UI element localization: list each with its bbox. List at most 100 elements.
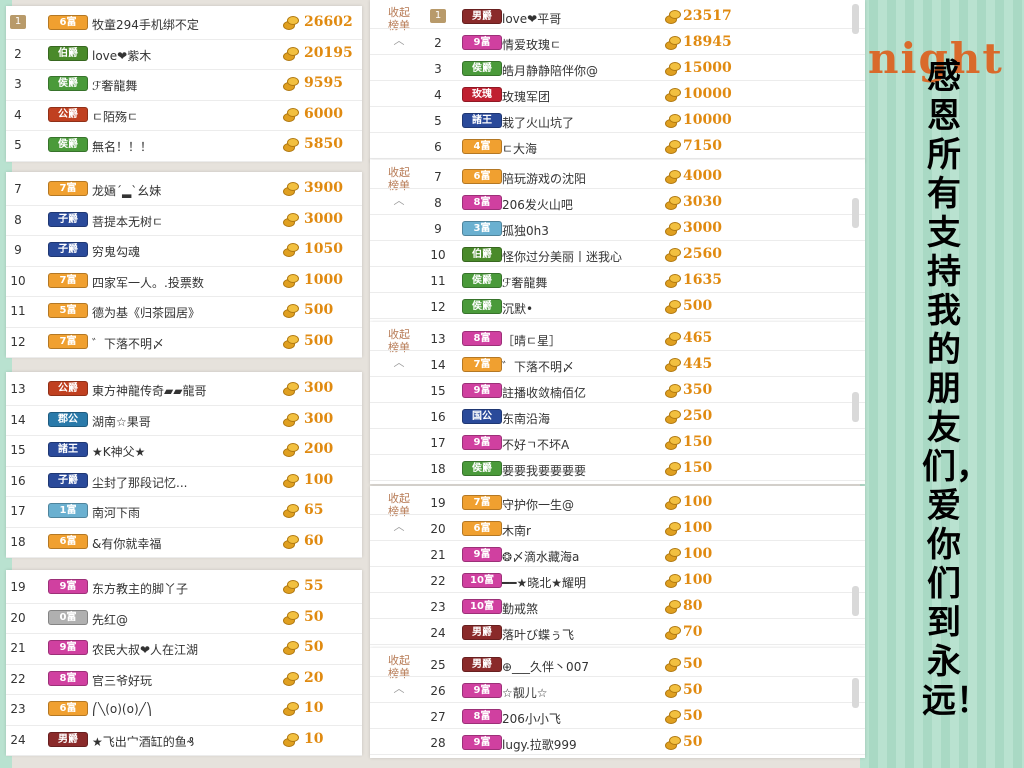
user-nickname[interactable]: 沉默•	[502, 300, 652, 317]
gold-coin-icon	[282, 45, 299, 61]
rank-number: 25	[430, 658, 446, 672]
user-nickname[interactable]: love❤紫木	[92, 47, 272, 64]
ranking-row: 9 3富 孤独0h3 3000	[370, 214, 865, 241]
rank-number: 3	[434, 62, 442, 76]
user-nickname[interactable]: 勤戒煞	[502, 600, 652, 617]
user-nickname[interactable]: 官三爷好玩	[92, 672, 272, 689]
scrollbar[interactable]	[852, 4, 859, 34]
rank-badge: 8富	[462, 195, 502, 210]
ranking-panel: 收起榜单 ︿ 19 7富 守护你一生@ 100 20 6富 木南r 100 21 9富 ❂〆滴水藏海a 1…	[370, 486, 865, 648]
rank-badge: 子爵	[48, 242, 88, 257]
user-nickname[interactable]: ❂〆滴水藏海a	[502, 548, 652, 565]
user-nickname[interactable]: ゛下落不明〆	[92, 335, 272, 352]
ranking-row: 24 男爵 ★飞出宀酒缸的鱼₰ 10	[6, 725, 362, 756]
gift-value: 300	[304, 380, 334, 396]
user-nickname[interactable]: 德为基《归茶园居》	[92, 304, 272, 321]
ranking-row: 23 6富 ⎛╲(o)(o)╱⎞ 10	[6, 694, 362, 726]
gold-coin-icon	[664, 246, 681, 262]
user-nickname[interactable]: 南河下雨	[92, 504, 272, 521]
gift-value: 50	[683, 708, 703, 724]
gift-value: 18945	[683, 34, 732, 50]
user-nickname[interactable]: ㄷ陌殇ㄷ	[92, 108, 272, 125]
coin-shape	[669, 522, 681, 531]
user-nickname[interactable]: ★飞出宀酒缸的鱼₰	[92, 733, 272, 750]
user-nickname[interactable]: ⎛╲(o)(o)╱⎞	[92, 702, 272, 716]
user-nickname[interactable]: 情爱玫瑰ㄷ	[502, 36, 652, 53]
rank-number: 24	[430, 626, 446, 640]
user-nickname[interactable]: ゛下落不明〆	[502, 358, 652, 375]
scrollbar[interactable]	[852, 198, 859, 228]
rank-badge: 6富	[48, 533, 88, 549]
user-nickname[interactable]: 無名！！！	[92, 138, 272, 155]
user-nickname[interactable]: 东南沿海	[502, 410, 652, 427]
user-nickname[interactable]: 落叶び蝶ぅ飞	[502, 626, 652, 643]
gold-coin-icon	[664, 86, 681, 102]
user-nickname[interactable]: 木南r	[502, 522, 652, 539]
rank-badge: 9富	[48, 579, 88, 594]
user-nickname[interactable]: 怪你过分美丽丨迷我心	[502, 248, 652, 265]
user-nickname[interactable]: ㄷ大海	[502, 140, 652, 157]
user-nickname[interactable]: 東方神龍传奇▰▰龍哥	[92, 382, 272, 399]
gift-value: 350	[683, 382, 713, 398]
gift-value: 100	[683, 546, 713, 562]
user-nickname[interactable]: 陪玩游戏の沈阳	[502, 170, 652, 187]
rank-badge: 6富	[48, 15, 88, 30]
user-nickname[interactable]: ★K神父★	[92, 443, 272, 460]
scrollbar[interactable]	[852, 586, 859, 616]
rank-badge: 9富	[462, 435, 502, 450]
gold-coin-icon	[282, 14, 299, 30]
ranking-row: 14 7富 ゛下落不明〆 445	[370, 350, 865, 377]
rank-badge: 男爵	[462, 9, 502, 24]
user-nickname[interactable]: 四家军一人。.投票数	[92, 274, 272, 291]
user-nickname[interactable]: 不好ㄱ不坏A	[502, 436, 652, 453]
user-nickname[interactable]: ［晴ㄷ星］	[502, 332, 652, 349]
ranking-row: 16 国公 东南沿海 250	[370, 402, 865, 429]
user-nickname[interactable]: ℱ奢龍舞	[502, 274, 652, 291]
user-nickname[interactable]: 菩提本无树ㄷ	[92, 213, 272, 230]
user-nickname[interactable]: 206发火山吧	[502, 196, 652, 213]
gift-value: 10000	[683, 112, 732, 128]
user-nickname[interactable]: 玫瑰军团	[502, 88, 652, 105]
gift-value: 9595	[304, 75, 343, 91]
user-nickname[interactable]: 湖南☆果哥	[92, 413, 272, 430]
user-nickname[interactable]: 东方教主的脚丫子	[92, 580, 272, 597]
ranking-row: 13 公爵 東方神龍传奇▰▰龍哥 300	[6, 374, 362, 406]
scrollbar[interactable]	[852, 678, 859, 708]
user-nickname[interactable]: 先红@	[92, 611, 272, 628]
gift-value: 10000	[683, 86, 732, 102]
rank-badge: 公爵	[48, 106, 88, 122]
user-nickname[interactable]: love❤平哥	[502, 10, 652, 27]
scrollbar[interactable]	[852, 392, 859, 422]
user-nickname[interactable]: 龙婳ˊ▂ˋ幺妹	[92, 182, 272, 199]
user-nickname[interactable]: ☆靓儿☆	[502, 684, 652, 701]
rank-badge: 6富	[462, 169, 502, 184]
gold-coin-icon	[664, 272, 681, 288]
user-nickname[interactable]: 守护你一生@	[502, 496, 652, 513]
user-nickname[interactable]: 栽了火山坑了	[502, 114, 652, 131]
gift-value: 250	[683, 408, 713, 424]
user-nickname[interactable]: 穷鬼勾魂	[92, 243, 272, 260]
user-nickname[interactable]: 牧童294手机绑不定	[92, 16, 272, 33]
ranking-row: 12 7富 ゛下落不明〆 500	[6, 327, 362, 358]
user-nickname[interactable]: 孤独0h3	[502, 222, 652, 239]
user-nickname[interactable]: 206小小飞	[502, 710, 652, 727]
user-nickname[interactable]: ℱ奢龍舞	[92, 77, 272, 94]
user-nickname[interactable]: 尘封了那段记忆...	[92, 474, 272, 491]
ranking-row: 16 子爵 尘封了那段记忆... 100	[6, 466, 362, 497]
user-nickname[interactable]: 要要我要要要要	[502, 462, 652, 479]
gold-coin-icon	[282, 380, 299, 396]
rank-number: 22	[430, 574, 446, 588]
gift-value: 15000	[683, 60, 732, 76]
user-nickname[interactable]: 农民大叔❤人在江湖	[92, 641, 272, 658]
ranking-row: 26 9富 ☆靓儿☆ 50	[370, 676, 865, 703]
user-nickname[interactable]: &有你就幸福	[92, 535, 272, 552]
rank-number: 14	[430, 358, 446, 372]
user-nickname[interactable]: ⊕___久伴丶007	[502, 658, 652, 675]
rank-number: 21	[10, 641, 26, 655]
user-nickname[interactable]: 皓月静静陪伴你@	[502, 62, 652, 79]
user-nickname[interactable]: ━━★晓北★耀明	[502, 574, 652, 591]
gold-coin-icon	[664, 194, 681, 210]
rank-number: 18	[430, 462, 446, 476]
user-nickname[interactable]: lugy.拉歌999	[502, 736, 652, 753]
user-nickname[interactable]: 註播收敛楠佰亿	[502, 384, 652, 401]
